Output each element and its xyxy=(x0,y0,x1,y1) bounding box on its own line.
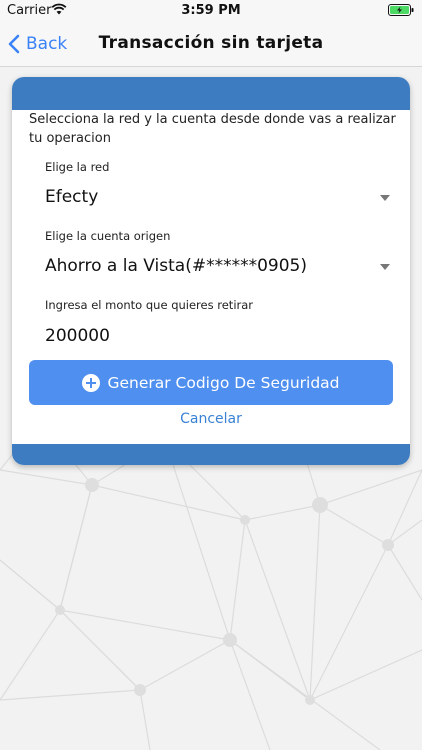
amount-label: Ingresa el monto que quieres retirar xyxy=(45,298,254,312)
status-bar: Carrier 3:59 PM xyxy=(0,0,422,22)
card-footer-band xyxy=(12,444,410,465)
plus-circle-icon xyxy=(82,373,101,392)
navigation-bar: Back Transacción sin tarjeta xyxy=(0,22,422,67)
network-select[interactable]: Efecty xyxy=(45,185,390,211)
card-header-band xyxy=(12,77,410,110)
instruction-text: Selecciona la red y la cuenta desde dond… xyxy=(29,112,396,146)
account-select[interactable]: Ahorro a la Vista(#******0905) xyxy=(45,254,390,280)
amount-input[interactable] xyxy=(45,324,385,348)
clock-time: 3:59 PM xyxy=(181,3,241,18)
card-body: Selecciona la red y la cuenta desde dond… xyxy=(12,110,410,444)
dropdown-caret-icon xyxy=(380,264,390,270)
account-label: Elige la cuenta origen xyxy=(45,229,171,243)
account-select-value: Ahorro a la Vista(#******0905) xyxy=(45,256,307,276)
dropdown-caret-icon xyxy=(380,195,390,201)
battery-charging-icon xyxy=(388,4,414,20)
network-label: Elige la red xyxy=(45,160,110,174)
generate-code-button[interactable]: Generar Codigo De Seguridad xyxy=(29,360,393,405)
network-select-value: Efecty xyxy=(45,187,99,207)
generate-code-label: Generar Codigo De Seguridad xyxy=(107,373,340,392)
page-title: Transacción sin tarjeta xyxy=(98,33,324,53)
cancel-link[interactable]: Cancelar xyxy=(12,411,410,427)
transaction-card: Selecciona la red y la cuenta desde dond… xyxy=(12,77,410,465)
